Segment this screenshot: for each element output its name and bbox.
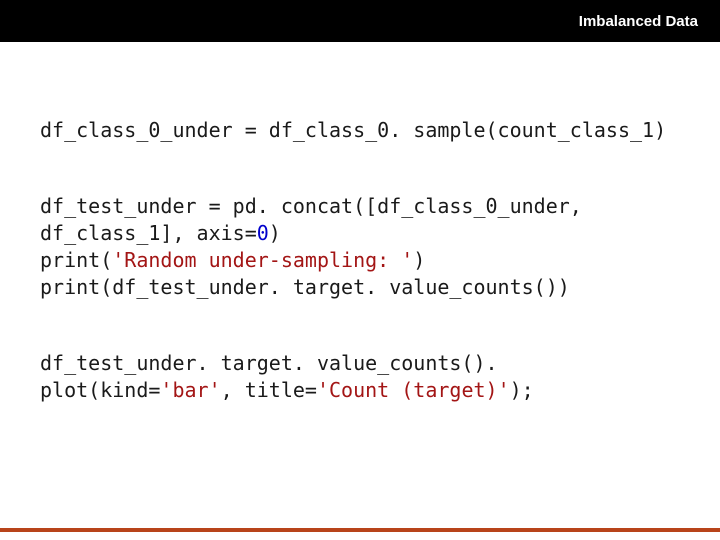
code-block: df_class_0_under = df_class_0. sample(co… <box>40 90 680 480</box>
title-bar: Imbalanced Data <box>0 0 720 42</box>
code-paragraph: df_test_under. target. value_counts(). p… <box>40 350 680 404</box>
code-number: 0 <box>257 221 269 245</box>
code-text: print( <box>40 248 112 272</box>
code-text: df_test_under = pd. concat([df_class_0_u… <box>40 194 594 245</box>
slide: Imbalanced Data df_class_0_under = df_cl… <box>0 0 720 540</box>
code-text: ) <box>413 248 425 272</box>
slide-title: Imbalanced Data <box>579 13 698 30</box>
code-paragraph: df_test_under = pd. concat([df_class_0_u… <box>40 193 680 301</box>
code-text: print(df_test_under. target. value_count… <box>40 275 570 299</box>
content-area: df_class_0_under = df_class_0. sample(co… <box>40 90 680 480</box>
code-line: df_class_0_under = df_class_0. sample(co… <box>40 117 680 144</box>
code-string: 'bar' <box>160 378 220 402</box>
code-text: df_class_0_under = df_class_0. sample(co… <box>40 118 666 142</box>
code-text: ) <box>269 221 281 245</box>
code-text: ); <box>510 378 534 402</box>
footer-accent-line <box>0 528 720 532</box>
code-string: 'Random under-sampling: ' <box>112 248 413 272</box>
code-text: , title= <box>221 378 317 402</box>
code-string: 'Count (target)' <box>317 378 510 402</box>
